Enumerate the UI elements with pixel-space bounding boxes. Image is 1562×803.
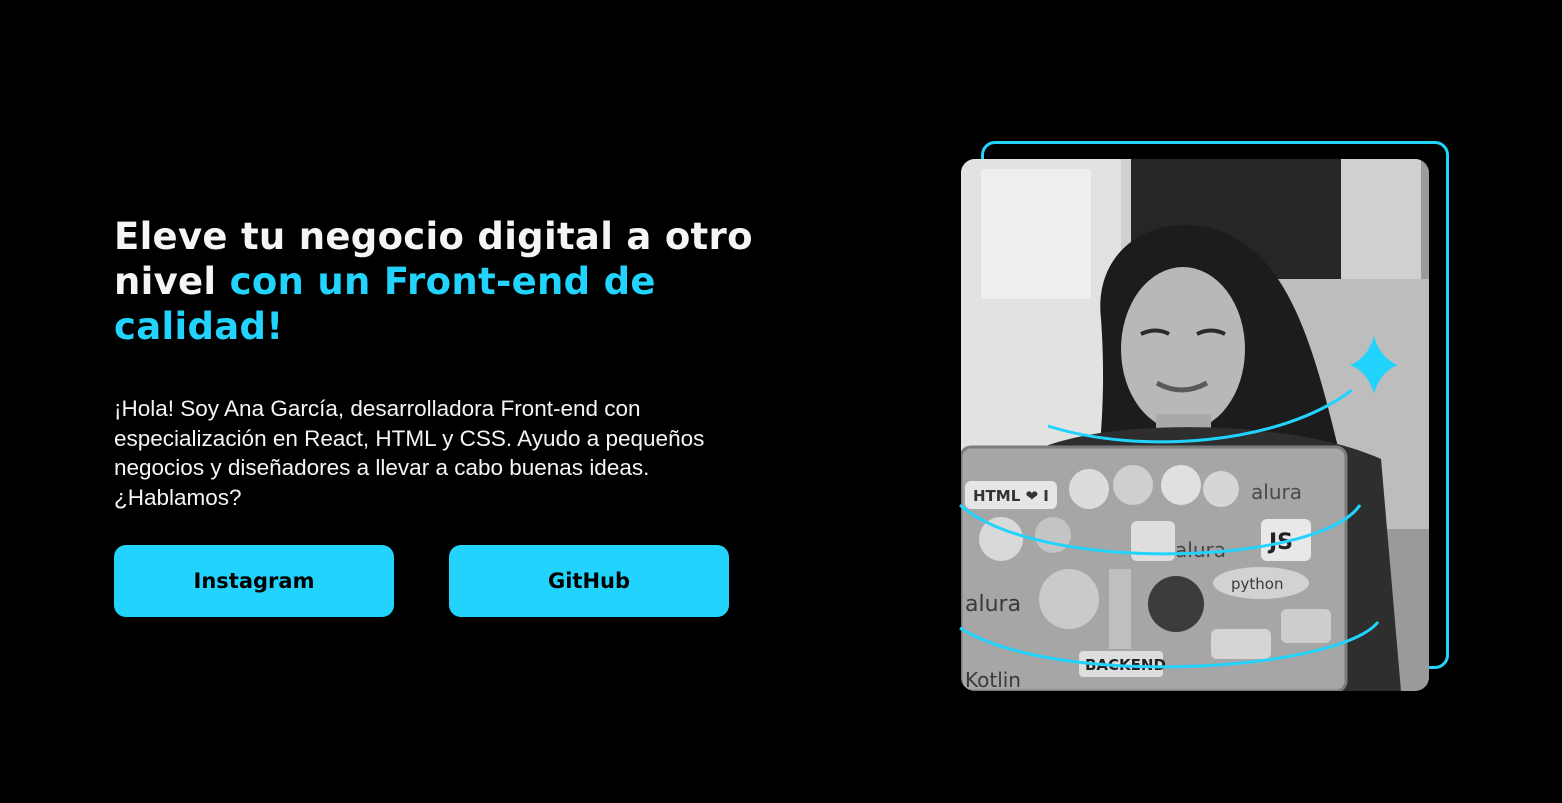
page: Eleve tu negocio digital a otro nivel co… [0,0,1562,803]
sticker-alura-3: alura [965,592,1021,617]
sticker-python: python [1231,575,1283,593]
sticker-kotlin: Kotlin [965,668,1021,691]
hero-intro: ¡Hola! Soy Ana García, desarrolladora Fr… [114,396,705,510]
sticker-alura-1: alura [1251,480,1302,504]
sticker-js: JS [1267,530,1293,555]
sticker-backend: BACKEND [1085,656,1166,674]
profile-photo: HTML ❤ I alura JS alura python alura BAC… [961,159,1429,691]
sticker-alura-2: alura [1175,538,1226,562]
hero-section: Eleve tu negocio digital a otro nivel co… [114,214,754,512]
sticker-html: HTML ❤ I [973,487,1049,505]
hero-title: Eleve tu negocio digital a otro nivel co… [114,214,754,349]
instagram-button[interactable]: Instagram [114,545,394,617]
github-button[interactable]: GitHub [449,545,729,617]
